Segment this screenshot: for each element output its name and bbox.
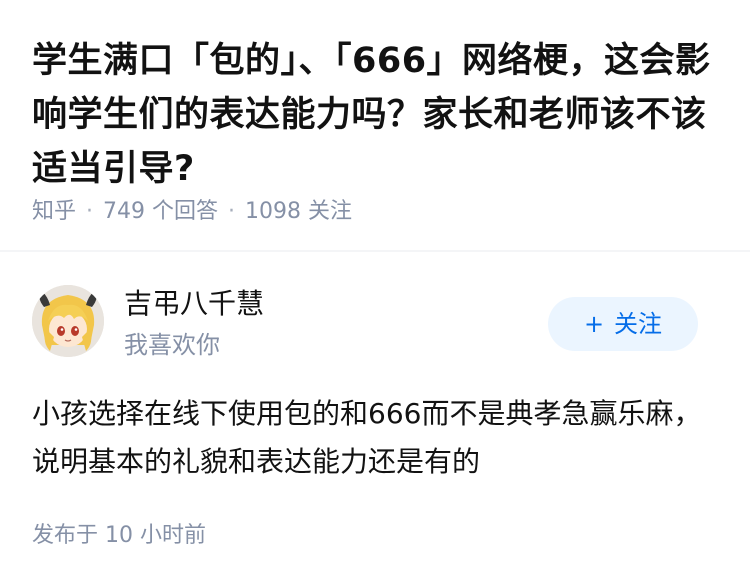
follow-label: 关注 <box>614 310 663 338</box>
answer-content[interactable]: 小孩选择在线下使用包的和666而不是典孝急赢乐麻，说明基本的礼貌和表达能力还是有… <box>32 390 722 486</box>
follower-count[interactable]: 1098 关注 <box>245 199 352 224</box>
separator-dot: · <box>228 199 236 224</box>
follow-button[interactable]: + 关注 <box>548 297 698 351</box>
section-divider <box>0 250 750 252</box>
publish-time: 发布于 10 小时前 <box>32 523 206 548</box>
plus-icon: + <box>583 310 605 338</box>
question-title[interactable]: 学生满口「包的」、「666」网络梗，这会影响学生们的表达能力吗？家长和老师该不该… <box>32 34 722 196</box>
answer-count[interactable]: 749 个回答 <box>103 199 218 224</box>
question-header: 学生满口「包的」、「666」网络梗，这会影响学生们的表达能力吗？家长和老师该不该… <box>0 0 750 250</box>
anime-character-avatar-icon <box>32 285 104 357</box>
source-label[interactable]: 知乎 <box>32 199 76 224</box>
author-name[interactable]: 吉弔八千慧 <box>124 284 264 324</box>
author-bio: 我喜欢你 <box>124 331 220 359</box>
separator-dot: · <box>86 199 94 224</box>
avatar[interactable] <box>32 285 104 357</box>
question-meta: 知乎 · 749 个回答 · 1098 关注 <box>32 196 352 228</box>
